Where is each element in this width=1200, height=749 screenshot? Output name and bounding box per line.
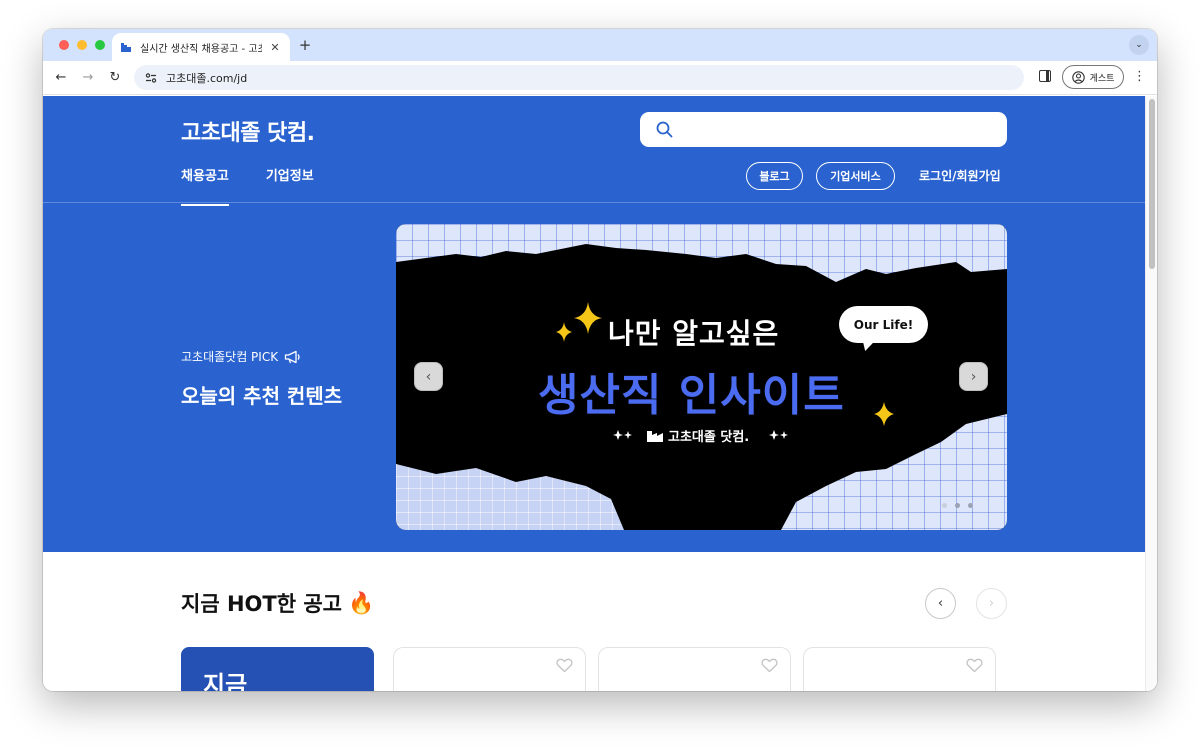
speech-bubble: Our Life! (839, 306, 928, 343)
banner-brand-text: 고초대졸 닷컴. (668, 430, 750, 445)
address-bar[interactable]: 고초대졸.com/jd (134, 65, 1024, 90)
heart-icon[interactable] (556, 658, 573, 673)
forward-button[interactable]: → (79, 69, 97, 87)
pagination-dot[interactable] (942, 503, 947, 508)
browser-tab[interactable]: 실시간 생산직 채용공고 - 고초대졸 ✕ (112, 33, 290, 61)
close-window-button[interactable] (59, 40, 69, 50)
hot-title-text: 지금 HOT한 공고 (181, 592, 342, 616)
content-banner[interactable]: 나만 알고싶은 생산직 인사이트 고초대졸 닷컴. Our Life! ‹ › (396, 224, 1007, 530)
profile-button[interactable]: 게스트 (1062, 65, 1124, 89)
tab-close-icon[interactable]: ✕ (268, 41, 282, 54)
nav-job-postings[interactable]: 채용공고 (181, 165, 229, 206)
browser-window: 실시간 생산직 채용공고 - 고초대졸 ✕ + ⌄ ← → ↻ 고초대졸.com… (43, 29, 1157, 691)
url-text: 고초대졸.com/jd (166, 71, 248, 85)
reload-button[interactable]: ↻ (106, 69, 124, 87)
tab-title: 실시간 생산직 채용공고 - 고초대졸 (140, 43, 262, 55)
hero-section: 고초대졸 닷컴. 채용공고 기업정보 블로그 기업서비스 로그인/회원가입 고초… (43, 96, 1145, 552)
browser-menu-icon[interactable]: ⋮ (1133, 69, 1146, 87)
site-info-icon[interactable] (144, 71, 158, 85)
profile-label: 게스트 (1089, 73, 1115, 84)
scrollbar-thumb[interactable] (1149, 99, 1155, 269)
banner-brand: 고초대졸 닷컴. (646, 426, 749, 445)
heart-icon[interactable] (966, 658, 983, 673)
login-signup-link[interactable]: 로그인/회원가입 (919, 167, 1001, 184)
window-controls (59, 40, 105, 50)
banner-subheadline: 생산직 인사이트 (538, 370, 845, 421)
tab-strip: 실시간 생산직 채용공고 - 고초대졸 ✕ + ⌄ (43, 29, 1157, 61)
megaphone-icon (284, 350, 300, 363)
banner-pagination (942, 503, 973, 508)
search-input[interactable] (681, 112, 1007, 147)
nav-company-info[interactable]: 기업정보 (266, 165, 314, 206)
banner-next-button[interactable]: › (959, 362, 988, 391)
site-favicon-icon (120, 41, 132, 53)
header-divider (43, 202, 1145, 203)
hot-next-button[interactable]: › (976, 588, 1007, 619)
browser-toolbar: ← → ↻ 고초대졸.com/jd 게스트 ⋮ (43, 61, 1157, 95)
hot-prev-button[interactable]: ‹ (925, 588, 956, 619)
business-service-button[interactable]: 기업서비스 (816, 162, 895, 190)
web-page: 고초대졸 닷컴. 채용공고 기업정보 블로그 기업서비스 로그인/회원가입 고초… (43, 96, 1145, 691)
job-card[interactable] (803, 647, 996, 691)
hot-section-title: 지금 HOT한 공고 🔥 (181, 588, 374, 618)
profile-icon (1071, 70, 1085, 84)
minimize-window-button[interactable] (77, 40, 87, 50)
featured-card[interactable]: 지금 (181, 647, 374, 691)
search-icon (656, 121, 673, 138)
pick-label-text: 고초대졸닷컴 PICK (181, 350, 279, 364)
banner-headline: 나만 알고싶은 (608, 317, 780, 350)
pick-title: 오늘의 추천 컨텐츠 (181, 384, 343, 408)
job-card[interactable] (598, 647, 791, 691)
pagination-dot[interactable] (955, 503, 960, 508)
factory-icon (647, 431, 663, 442)
blog-button[interactable]: 블로그 (746, 162, 803, 190)
heart-icon[interactable] (761, 658, 778, 673)
back-button[interactable]: ← (52, 69, 70, 87)
page-scrollbar[interactable] (1145, 96, 1157, 691)
site-logo[interactable]: 고초대졸 닷컴. (181, 115, 315, 147)
pagination-dot[interactable] (968, 503, 973, 508)
tab-search-button[interactable]: ⌄ (1129, 35, 1149, 55)
pick-label: 고초대졸닷컴 PICK (181, 348, 302, 365)
maximize-window-button[interactable] (95, 40, 105, 50)
new-tab-button[interactable]: + (295, 35, 315, 55)
main-nav: 채용공고 기업정보 (181, 165, 314, 206)
featured-card-text: 지금 (203, 671, 248, 691)
side-panel-icon[interactable] (1039, 70, 1051, 82)
job-card[interactable] (393, 647, 586, 691)
banner-prev-button[interactable]: ‹ (414, 362, 443, 391)
fire-icon: 🔥 (347, 590, 375, 615)
search-box[interactable] (640, 112, 1007, 147)
